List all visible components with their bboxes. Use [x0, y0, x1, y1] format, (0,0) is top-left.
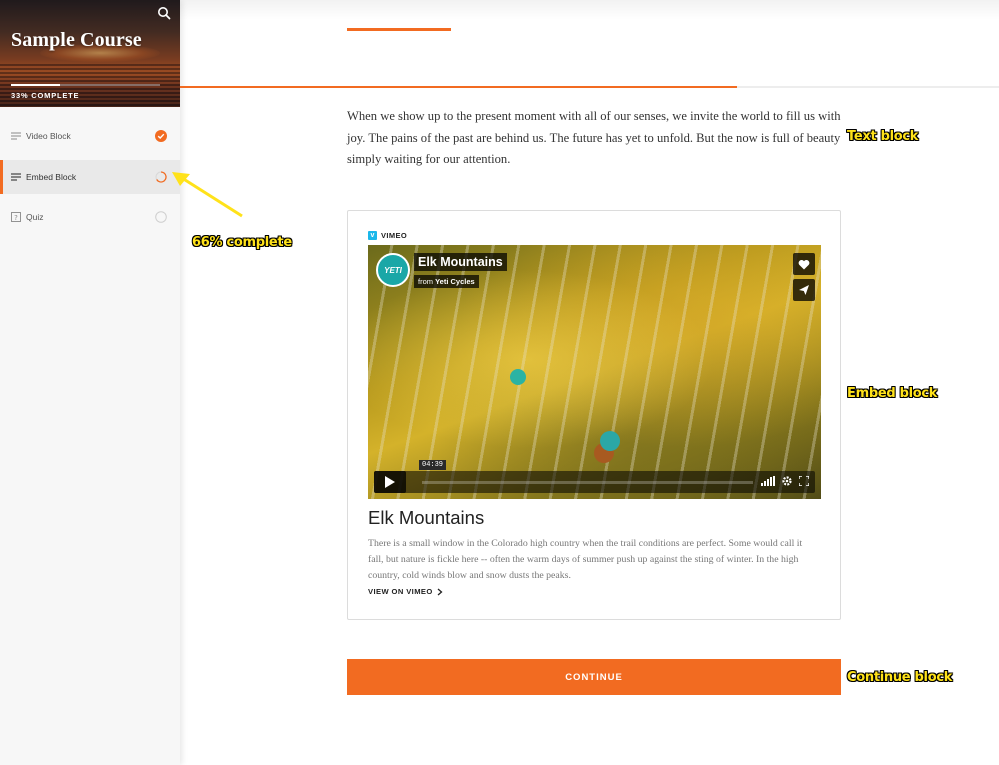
video-controls: 04:39: [374, 460, 815, 493]
video-player[interactable]: YETI Elk Mountains from Yeti Cycles 04:3…: [368, 245, 821, 499]
sidebar-item-label: Embed Block: [26, 172, 77, 182]
embed-description: There is a small window in the Colorado …: [368, 538, 803, 581]
chevron-right-icon: [437, 588, 443, 595]
gear-icon[interactable]: [781, 475, 793, 487]
sidebar-item-label: Video Block: [26, 131, 71, 141]
complete-check-icon: [155, 130, 167, 142]
annotation-progress-note: 66% complete: [192, 235, 292, 250]
text-block: When we show up to the present moment wi…: [347, 109, 841, 166]
course-header: Sample Course 33% COMPLETE: [0, 0, 180, 107]
embed-provider: v VIMEO: [368, 231, 407, 240]
provider-name: VIMEO: [381, 231, 408, 240]
play-button[interactable]: [374, 471, 406, 493]
quiz-icon: ?: [11, 212, 21, 222]
sidebar-item-label: Quiz: [26, 212, 44, 222]
not-started-circle-icon: [155, 211, 167, 223]
lines-icon: [11, 132, 21, 140]
share-button[interactable]: [793, 279, 815, 301]
play-icon: [385, 476, 395, 488]
video-frame-detail: [600, 431, 620, 451]
annotation-continue-block: Continue block: [847, 670, 953, 685]
embed-block: v VIMEO YETI Elk Mountains from Yeti Cyc…: [347, 210, 841, 620]
sidebar-item-quiz[interactable]: ? Quiz: [0, 200, 180, 234]
channel-logo[interactable]: YETI: [376, 253, 410, 287]
lesson-header-accent: [347, 28, 451, 31]
like-button[interactable]: [793, 253, 815, 275]
fullscreen-icon[interactable]: [799, 476, 809, 486]
channel-name[interactable]: Yeti Cycles: [435, 277, 475, 286]
lines-icon: [11, 173, 21, 181]
sidebar-item-video-block[interactable]: Video Block: [0, 119, 180, 153]
embed-title: Elk Mountains: [368, 507, 485, 528]
annotation-arrow: [172, 172, 243, 218]
lesson-progress-bar: [180, 86, 999, 88]
progress-ring-icon: [155, 171, 167, 183]
continue-button[interactable]: CONTINUE: [347, 659, 841, 695]
video-byline: from Yeti Cycles: [414, 275, 479, 288]
send-icon: [799, 285, 809, 295]
course-progress-bar: [11, 84, 160, 86]
view-on-vimeo-link[interactable]: VIEW ON VIMEO: [368, 587, 443, 596]
annotation-embed-block: Embed block: [847, 386, 938, 401]
page: Sample Course 33% COMPLETE Video Block E…: [0, 0, 999, 765]
heart-icon: [798, 259, 810, 269]
course-progress-text: 33% COMPLETE: [11, 91, 80, 100]
annotation-text-block: Text block: [847, 129, 919, 144]
video-title[interactable]: Elk Mountains: [414, 253, 507, 271]
sidebar-item-embed-block[interactable]: Embed Block: [0, 160, 180, 194]
seek-bar[interactable]: [422, 481, 753, 484]
svg-text:?: ?: [14, 214, 18, 222]
video-frame-detail: [510, 369, 526, 385]
search-icon[interactable]: [157, 6, 171, 20]
volume-bars-icon[interactable]: [761, 476, 775, 486]
course-title: Sample Course: [11, 29, 142, 51]
course-sidebar: Sample Course 33% COMPLETE Video Block E…: [0, 0, 180, 765]
video-timestamp: 04:39: [419, 460, 447, 470]
vimeo-logo-icon: v: [368, 231, 377, 240]
